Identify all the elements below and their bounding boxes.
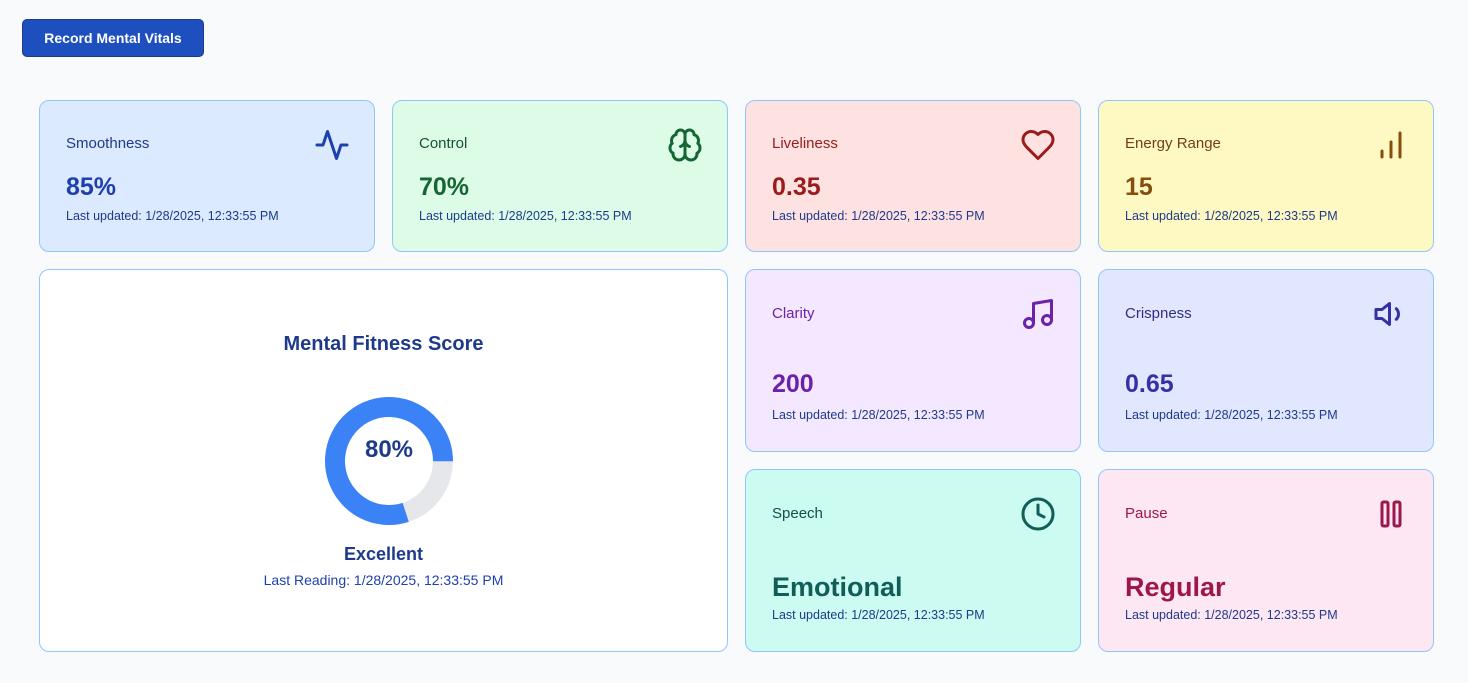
clarity-updated: Last updated: 1/28/2025, 12:33:55 PM (772, 408, 985, 422)
control-label: Control (419, 135, 468, 152)
heart-icon (1020, 127, 1056, 163)
clarity-label: Clarity (772, 305, 815, 322)
mental-fitness-score-card: Mental Fitness Score 80% Excellent Last … (39, 269, 728, 652)
liveliness-updated: Last updated: 1/28/2025, 12:33:55 PM (772, 209, 985, 223)
volume-icon (1373, 296, 1409, 332)
score-percent: 80% (364, 436, 414, 463)
pause-value: Regular (1125, 572, 1226, 602)
pause-icon (1373, 496, 1409, 532)
crispness-value: 0.65 (1125, 370, 1174, 398)
brain-icon (667, 127, 703, 163)
crispness-updated: Last updated: 1/28/2025, 12:33:55 PM (1125, 408, 1338, 422)
energy-range-card: Energy Range 15 Last updated: 1/28/2025,… (1098, 100, 1434, 252)
speech-card: Speech Emotional Last updated: 1/28/2025… (745, 469, 1081, 652)
liveliness-label: Liveliness (772, 135, 838, 152)
clarity-value: 200 (772, 370, 814, 398)
pause-card: Pause Regular Last updated: 1/28/2025, 1… (1098, 469, 1434, 652)
crispness-label: Crispness (1125, 305, 1192, 322)
score-status: Excellent (343, 544, 424, 564)
energy-range-value: 15 (1125, 173, 1153, 201)
control-value: 70% (419, 173, 470, 201)
music-note-icon (1020, 296, 1056, 332)
pause-label: Pause (1125, 505, 1168, 522)
bar-chart-icon (1373, 127, 1409, 163)
control-updated: Last updated: 1/28/2025, 12:33:55 PM (419, 209, 632, 223)
smoothness-updated: Last updated: 1/28/2025, 12:33:55 PM (66, 209, 279, 223)
energy-range-label: Energy Range (1125, 135, 1221, 152)
smoothness-label: Smoothness (66, 135, 150, 152)
speech-updated: Last updated: 1/28/2025, 12:33:55 PM (772, 608, 985, 622)
smoothness-value: 85% (66, 173, 117, 201)
liveliness-value: 0.35 (772, 173, 821, 201)
crispness-card: Crispness 0.65 Last updated: 1/28/2025, … (1098, 269, 1434, 452)
energy-range-updated: Last updated: 1/28/2025, 12:33:55 PM (1125, 209, 1338, 223)
score-title: Mental Fitness Score (283, 333, 484, 355)
clarity-card: Clarity 200 Last updated: 1/28/2025, 12:… (745, 269, 1081, 452)
liveliness-card: Liveliness 0.35 Last updated: 1/28/2025,… (745, 100, 1081, 252)
clock-icon (1020, 496, 1056, 532)
score-last-reading: Last Reading: 1/28/2025, 12:33:55 PM (263, 572, 504, 588)
record-mental-vitals-button[interactable]: Record Mental Vitals (22, 19, 204, 57)
speech-label: Speech (772, 505, 823, 522)
activity-icon (314, 127, 350, 163)
control-card: Control 70% Last updated: 1/28/2025, 12:… (392, 100, 728, 252)
speech-value: Emotional (772, 572, 903, 602)
smoothness-card: Smoothness 85% Last updated: 1/28/2025, … (39, 100, 375, 252)
pause-updated: Last updated: 1/28/2025, 12:33:55 PM (1125, 608, 1338, 622)
